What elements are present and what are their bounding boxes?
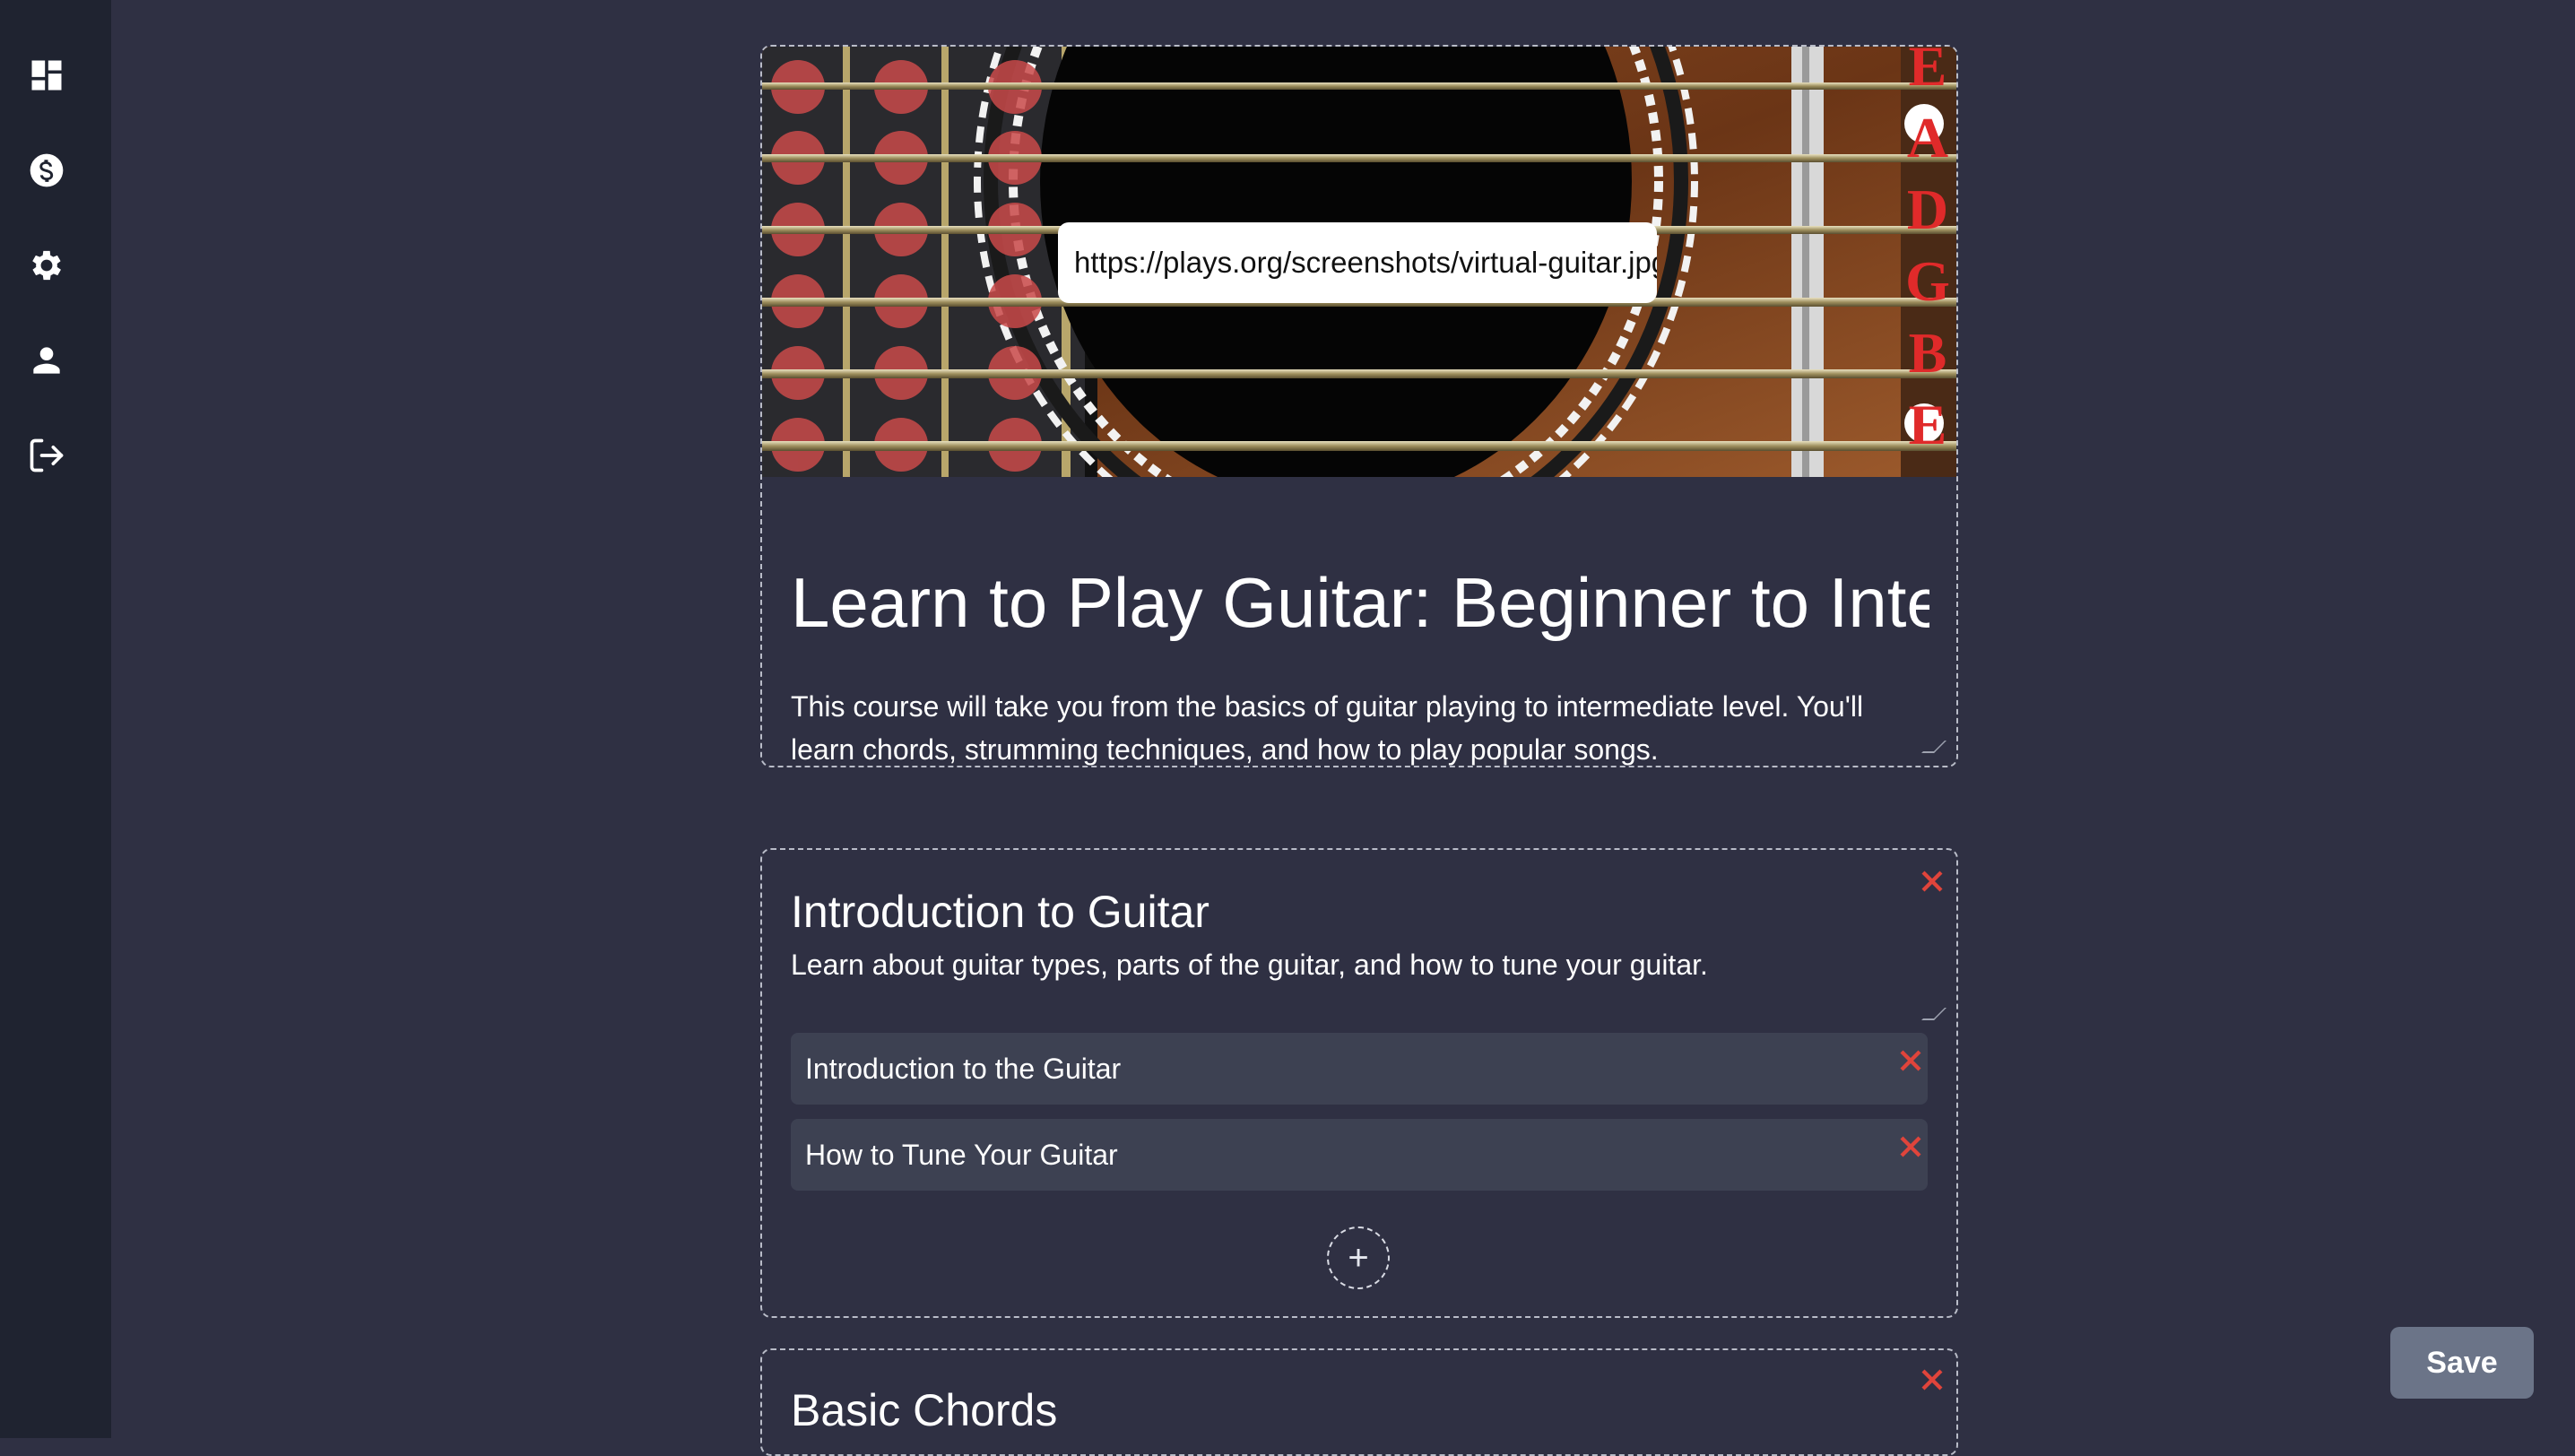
course-editor: E A D G B E https://plays.org/screenshot…: [111, 0, 2575, 1456]
delete-lesson-button[interactable]: [1897, 1133, 1924, 1160]
delete-module-button[interactable]: [1919, 868, 1946, 895]
dashboard-icon: [31, 60, 62, 91]
close-icon: [1921, 1369, 1943, 1391]
lesson-item[interactable]: Introduction to the Guitar: [791, 1033, 1928, 1105]
course-cover-image[interactable]: E A D G B E https://plays.org/screenshot…: [762, 47, 1956, 477]
add-lesson-button[interactable]: +: [1327, 1226, 1390, 1289]
course-header-card: E A D G B E https://plays.org/screenshot…: [760, 45, 1958, 767]
string-label: E: [1908, 393, 1947, 456]
close-icon: [1900, 1136, 1921, 1157]
module-card: Introduction to Guitar Learn about guita…: [760, 848, 1958, 1318]
module-title-input[interactable]: Introduction to Guitar: [791, 886, 1209, 938]
lesson-title: How to Tune Your Guitar: [805, 1139, 1118, 1171]
course-description-textarea[interactable]: This course will take you from the basic…: [791, 685, 1929, 766]
string-label: B: [1908, 321, 1947, 385]
sidebar-item-profile[interactable]: [22, 335, 72, 386]
string-label: D: [1906, 178, 1949, 241]
sidebar-item-settings[interactable]: [22, 240, 72, 290]
string-label-list: E A D G B E: [1903, 47, 1953, 477]
module-description-textarea[interactable]: Learn about guitar types, parts of the g…: [791, 949, 1929, 982]
resize-handle[interactable]: [1921, 1008, 1946, 1020]
module-title-input[interactable]: Basic Chords: [791, 1384, 1057, 1436]
delete-lesson-button[interactable]: [1897, 1047, 1924, 1074]
sidebar-item-logout[interactable]: [22, 430, 72, 481]
sidebar: [0, 0, 111, 1438]
course-title-input[interactable]: Learn to Play Guitar: Beginner to Interm…: [791, 558, 1929, 647]
delete-module-button[interactable]: [1919, 1366, 1946, 1393]
logout-icon: [30, 438, 64, 472]
sidebar-item-dashboard[interactable]: [22, 50, 72, 100]
string-label: A: [1906, 106, 1949, 169]
lesson-item[interactable]: How to Tune Your Guitar: [791, 1119, 1928, 1191]
plus-icon: +: [1348, 1237, 1369, 1278]
save-button[interactable]: Save: [2390, 1327, 2534, 1399]
lesson-title: Introduction to the Guitar: [805, 1053, 1122, 1085]
close-icon: [1921, 871, 1943, 892]
string-label: E: [1908, 47, 1947, 98]
cover-url-input[interactable]: https://plays.org/screenshots/virtual-gu…: [1058, 222, 1657, 303]
gear-icon: [32, 250, 61, 281]
close-icon: [1900, 1050, 1921, 1071]
sidebar-item-payments[interactable]: [22, 145, 72, 195]
dollar-icon: [30, 153, 64, 187]
module-card: Basic Chords: [760, 1348, 1958, 1456]
user-icon: [33, 347, 60, 374]
string-label: G: [1905, 249, 1950, 313]
